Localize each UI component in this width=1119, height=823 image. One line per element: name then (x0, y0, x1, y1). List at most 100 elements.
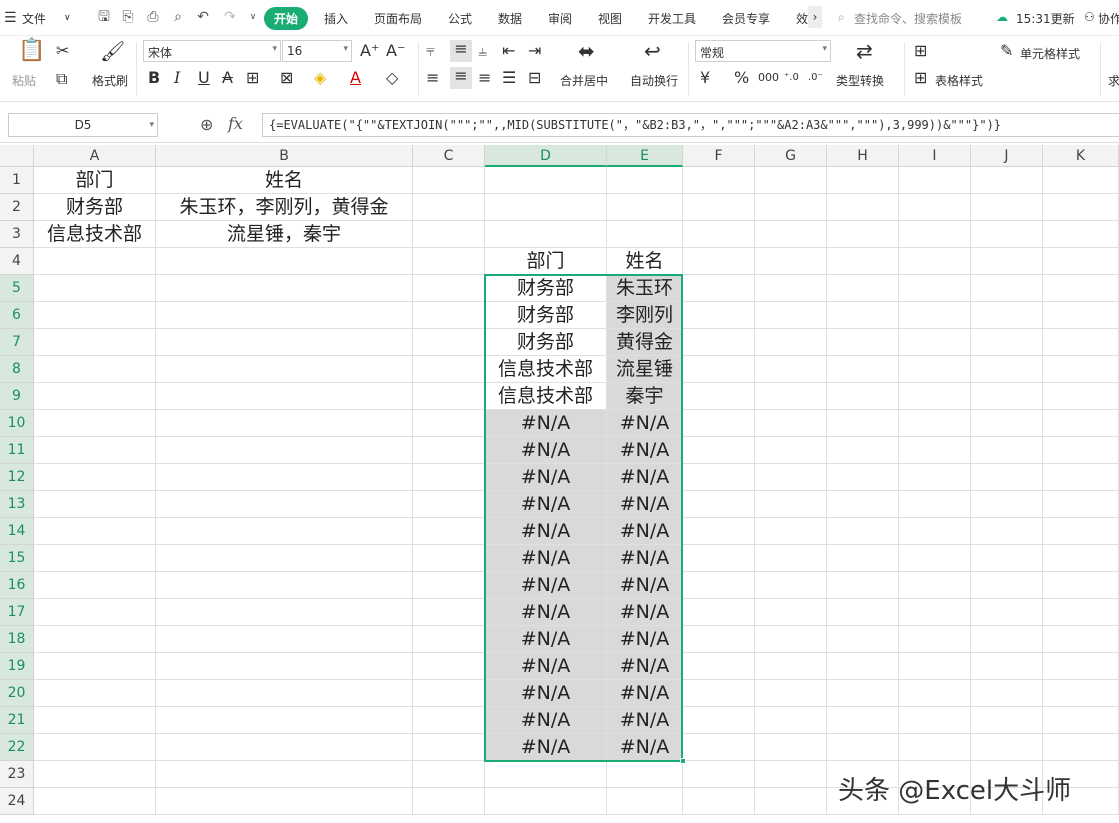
cell-c6[interactable] (413, 302, 485, 329)
cell-i19[interactable] (899, 653, 971, 680)
cell-b3[interactable]: 流星锤，秦宇 (156, 221, 413, 248)
cell-b5[interactable] (156, 275, 413, 302)
cell-c12[interactable] (413, 464, 485, 491)
cell-g12[interactable] (755, 464, 827, 491)
tab-developer[interactable]: 开发工具 (648, 10, 696, 27)
cell-i17[interactable] (899, 599, 971, 626)
cell-c24[interactable] (413, 788, 485, 815)
cell-d17[interactable]: #N/A (485, 599, 607, 626)
cell-h20[interactable] (827, 680, 899, 707)
cell-b11[interactable] (156, 437, 413, 464)
cell-e17[interactable]: #N/A (607, 599, 683, 626)
thousands-icon[interactable]: 000 (758, 69, 779, 87)
cell-g18[interactable] (755, 626, 827, 653)
cell-i9[interactable] (899, 383, 971, 410)
cell-k6[interactable] (1043, 302, 1119, 329)
cell-j11[interactable] (971, 437, 1043, 464)
cell-e18[interactable]: #N/A (607, 626, 683, 653)
row-header-6[interactable]: 6 (0, 302, 34, 329)
cell-f20[interactable] (683, 680, 755, 707)
cell-h3[interactable] (827, 221, 899, 248)
format-painter-button[interactable]: 格式刷 (92, 72, 128, 89)
cell-e5[interactable]: 朱玉环 (607, 275, 683, 302)
cell-c8[interactable] (413, 356, 485, 383)
cell-e9[interactable]: 秦宇 (607, 383, 683, 410)
cell-k22[interactable] (1043, 734, 1119, 761)
cell-e19[interactable]: #N/A (607, 653, 683, 680)
cell-h2[interactable] (827, 194, 899, 221)
cell-j19[interactable] (971, 653, 1043, 680)
cell-k11[interactable] (1043, 437, 1119, 464)
cell-d7[interactable]: 财务部 (485, 329, 607, 356)
update-status[interactable]: 15:31更新 (1016, 10, 1075, 27)
justify-icon[interactable]: ☰ (502, 69, 516, 87)
cell-e12[interactable]: #N/A (607, 464, 683, 491)
cell-d2[interactable] (485, 194, 607, 221)
cell-b18[interactable] (156, 626, 413, 653)
cell-g15[interactable] (755, 545, 827, 572)
cell-f7[interactable] (683, 329, 755, 356)
cell-h16[interactable] (827, 572, 899, 599)
row-header-23[interactable]: 23 (0, 761, 34, 788)
row-header-16[interactable]: 16 (0, 572, 34, 599)
spreadsheet-grid[interactable]: A B C D E F G H I J K 1 部门 姓名 2 财务部 朱玉环，李刚列，黄得金 3 信息技术部 流星锤… (0, 145, 1119, 823)
cell-j8[interactable] (971, 356, 1043, 383)
cell-j20[interactable] (971, 680, 1043, 707)
cell-g13[interactable] (755, 491, 827, 518)
cell-f5[interactable] (683, 275, 755, 302)
redo-icon[interactable]: ↷ (222, 9, 238, 25)
merge-center-icon[interactable]: ⬌ (578, 41, 595, 61)
column-header-k[interactable]: K (1043, 145, 1119, 167)
cell-f24[interactable] (683, 788, 755, 815)
cell-h1[interactable] (827, 167, 899, 194)
cell-a3[interactable]: 信息技术部 (34, 221, 156, 248)
cell-h21[interactable] (827, 707, 899, 734)
cell-f22[interactable] (683, 734, 755, 761)
cell-b6[interactable] (156, 302, 413, 329)
cell-f8[interactable] (683, 356, 755, 383)
cell-h15[interactable] (827, 545, 899, 572)
cell-k12[interactable] (1043, 464, 1119, 491)
cell-k1[interactable] (1043, 167, 1119, 194)
cell-f14[interactable] (683, 518, 755, 545)
cell-g20[interactable] (755, 680, 827, 707)
font-color-icon[interactable]: A (350, 69, 361, 87)
row-header-20[interactable]: 20 (0, 680, 34, 707)
cell-i8[interactable] (899, 356, 971, 383)
cell-a8[interactable] (34, 356, 156, 383)
cell-e15[interactable]: #N/A (607, 545, 683, 572)
cell-a17[interactable] (34, 599, 156, 626)
cell-j17[interactable] (971, 599, 1043, 626)
cell-a7[interactable] (34, 329, 156, 356)
cell-a16[interactable] (34, 572, 156, 599)
bold-icon[interactable]: B (148, 69, 160, 87)
cell-h8[interactable] (827, 356, 899, 383)
tab-page-layout[interactable]: 页面布局 (374, 10, 422, 27)
cell-k7[interactable] (1043, 329, 1119, 356)
cell-g4[interactable] (755, 248, 827, 275)
cell-f3[interactable] (683, 221, 755, 248)
column-header-i[interactable]: I (899, 145, 971, 167)
percent-icon[interactable]: % (734, 69, 749, 87)
zoom-icon[interactable]: ⊕ (200, 115, 213, 134)
cell-b23[interactable] (156, 761, 413, 788)
cell-d20[interactable]: #N/A (485, 680, 607, 707)
row-header-15[interactable]: 15 (0, 545, 34, 572)
cell-i22[interactable] (899, 734, 971, 761)
cell-j7[interactable] (971, 329, 1043, 356)
cell-f16[interactable] (683, 572, 755, 599)
cell-g24[interactable] (755, 788, 827, 815)
cell-k3[interactable] (1043, 221, 1119, 248)
sum-button[interactable]: 求 (1108, 72, 1119, 89)
cell-e22[interactable]: #N/A (607, 734, 683, 761)
increase-font-icon[interactable]: A⁺ (360, 42, 379, 60)
name-box[interactable]: D5 ▾ (8, 113, 158, 137)
cell-c13[interactable] (413, 491, 485, 518)
cell-f18[interactable] (683, 626, 755, 653)
cell-k19[interactable] (1043, 653, 1119, 680)
cell-e21[interactable]: #N/A (607, 707, 683, 734)
cell-c11[interactable] (413, 437, 485, 464)
cell-d22[interactable]: #N/A (485, 734, 607, 761)
cell-a22[interactable] (34, 734, 156, 761)
cell-c9[interactable] (413, 383, 485, 410)
